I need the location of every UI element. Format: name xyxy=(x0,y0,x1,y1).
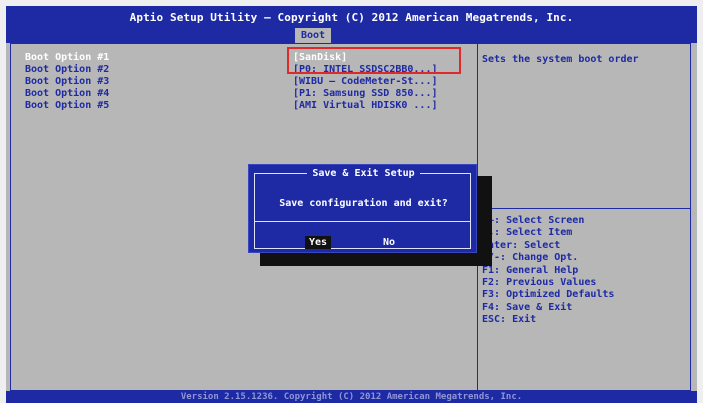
save-exit-dialog: Save & Exit Setup Save configuration and… xyxy=(248,164,477,253)
boot-option-2-label[interactable]: Boot Option #2 xyxy=(25,64,109,75)
boot-option-4-label[interactable]: Boot Option #4 xyxy=(25,88,109,99)
boot-option-5-label[interactable]: Boot Option #5 xyxy=(25,100,109,111)
key-select-screen: →←: Select Screen xyxy=(482,215,585,226)
dialog-frame xyxy=(254,173,471,249)
key-save-exit: F4: Save & Exit xyxy=(482,301,573,313)
key-change-opt: +/-: Change Opt. xyxy=(482,252,579,264)
footer-version: Version 2.15.1236. Copyright (C) 2012 Am… xyxy=(180,392,523,402)
help-description: Sets the system boot order xyxy=(482,54,639,65)
title-bar: Aptio Setup Utility – Copyright (C) 2012… xyxy=(6,6,697,43)
yes-button[interactable]: Yes xyxy=(305,236,331,249)
key-general-help: F1: General Help xyxy=(482,264,579,276)
dialog-title-wrap: Save & Exit Setup xyxy=(249,168,478,179)
no-button[interactable]: No xyxy=(379,236,399,249)
dialog-title: Save & Exit Setup xyxy=(307,168,420,179)
tab-boot[interactable]: Boot xyxy=(295,28,331,43)
boot-option-3-value[interactable]: [WIBU – CodeMeter-St...] xyxy=(293,76,438,87)
red-highlight-box xyxy=(287,47,461,74)
boot-option-5-value[interactable]: [AMI Virtual HDISK0 ...] xyxy=(293,100,438,111)
boot-option-4-value[interactable]: [P1: Samsung SSD 850...] xyxy=(293,88,438,99)
key-esc-exit: ESC: Exit xyxy=(482,314,537,326)
bios-screen: Aptio Setup Utility – Copyright (C) 2012… xyxy=(6,6,697,403)
window-title: Aptio Setup Utility – Copyright (C) 2012… xyxy=(129,11,574,24)
key-previous-values: F2: Previous Values xyxy=(482,277,597,289)
footer-bar: Version 2.15.1236. Copyright (C) 2012 Am… xyxy=(6,391,697,403)
dialog-question: Save configuration and exit? xyxy=(279,198,448,209)
boot-option-1-label[interactable]: Boot Option #1 xyxy=(25,52,109,63)
key-enter: Enter: Select xyxy=(482,239,561,251)
key-legend: →←: Select Screen ↑↓: Select Item Enter:… xyxy=(482,215,687,327)
dialog-separator xyxy=(255,221,470,222)
key-select-item: ↑↓: Select Item xyxy=(482,227,573,239)
boot-option-3-label[interactable]: Boot Option #3 xyxy=(25,76,109,87)
key-optimized-defaults: F3: Optimized Defaults xyxy=(482,289,615,301)
panel-divider-horizontal xyxy=(478,208,691,209)
